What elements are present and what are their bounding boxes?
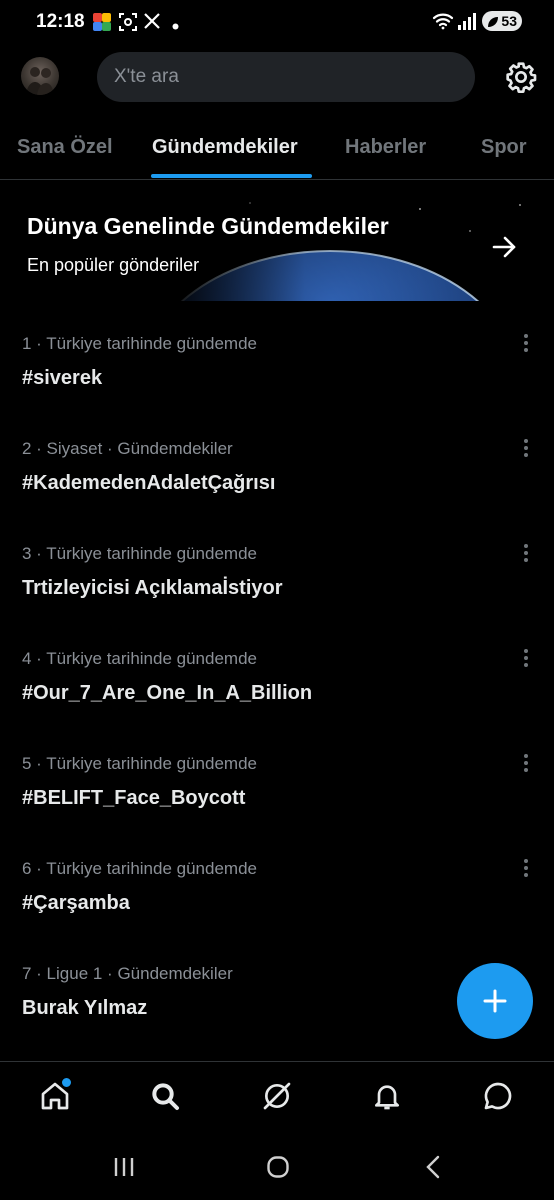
more-options-icon[interactable]	[516, 542, 536, 564]
system-nav-bar	[0, 1133, 554, 1200]
trend-name: #KademedenAdaletÇağrısı	[22, 472, 276, 494]
trend-item[interactable]: 2 · Siyaset · Gündemdekiler #KademedenAd…	[0, 439, 554, 544]
tab-sports[interactable]: Spor	[481, 136, 527, 159]
grok-icon[interactable]	[257, 1076, 297, 1116]
top-header: X'te ara	[0, 50, 554, 106]
gear-icon[interactable]	[505, 61, 537, 93]
plus-icon	[483, 989, 507, 1013]
tab-trending[interactable]: Gündemdekiler	[152, 136, 298, 159]
trend-name: Burak Yılmaz	[22, 997, 148, 1019]
search-input[interactable]: X'te ara	[97, 52, 475, 102]
bottom-nav	[0, 1061, 554, 1134]
trend-item[interactable]: 4 · Türkiye tarihinde gündemde #Our_7_Ar…	[0, 649, 554, 754]
home-notification-badge	[61, 1077, 72, 1088]
dot-icon	[172, 17, 179, 35]
more-options-icon[interactable]	[516, 857, 536, 879]
trend-name: #Çarşamba	[22, 892, 130, 914]
avatar[interactable]	[21, 57, 59, 95]
status-time: 12:18	[36, 11, 85, 32]
bell-icon[interactable]	[367, 1076, 407, 1116]
more-options-icon[interactable]	[516, 647, 536, 669]
trend-meta: 2 · Siyaset · Gündemdekiler	[22, 439, 233, 458]
trend-item[interactable]: 3 · Türkiye tarihinde gündemde Trtizleyi…	[0, 544, 554, 649]
tab-news[interactable]: Haberler	[345, 136, 426, 159]
worldwide-trending-banner[interactable]: Dünya Genelinde Gündemdekiler En popüler…	[0, 191, 554, 301]
search-icon[interactable]	[145, 1076, 185, 1116]
more-options-icon[interactable]	[516, 332, 536, 354]
wifi-icon	[432, 12, 454, 35]
trend-meta: 1 · Türkiye tarihinde gündemde	[22, 334, 257, 353]
trend-name: #siverek	[22, 367, 103, 389]
more-options-icon[interactable]	[516, 752, 536, 774]
tab-for-you[interactable]: Sana Özel	[17, 136, 113, 159]
home-circle-icon[interactable]	[266, 1155, 290, 1184]
more-options-icon[interactable]	[516, 437, 536, 459]
user-avatar-icon	[26, 67, 54, 95]
message-icon[interactable]	[478, 1076, 518, 1116]
x-app-icon	[143, 12, 161, 35]
compose-post-button[interactable]	[457, 963, 533, 1039]
trend-meta: 3 · Türkiye tarihinde gündemde	[22, 544, 257, 563]
battery-saver-icon	[487, 15, 499, 31]
recents-icon[interactable]	[112, 1155, 136, 1184]
trend-name: #BELIFT_Face_Boycott	[22, 787, 246, 809]
trend-name: Trtizleyicisi Açıklamaİstiyor	[22, 577, 283, 599]
screen-capture-icon	[118, 12, 138, 37]
status-bar: 12:18 53	[0, 0, 554, 44]
search-placeholder: X'te ara	[114, 66, 179, 87]
battery-level: 53	[501, 13, 517, 29]
active-tab-indicator	[151, 174, 312, 178]
trend-item[interactable]: 1 · Türkiye tarihinde gündemde #siverek	[0, 334, 554, 439]
banner-subtitle: En popüler gönderiler	[27, 255, 200, 275]
back-icon[interactable]	[423, 1155, 443, 1184]
trend-meta: 6 · Türkiye tarihinde gündemde	[22, 859, 257, 878]
trend-item[interactable]: 6 · Türkiye tarihinde gündemde #Çarşamba	[0, 859, 554, 964]
trend-meta: 4 · Türkiye tarihinde gündemde	[22, 649, 257, 668]
photos-app-icon	[92, 12, 112, 37]
trend-meta: 5 · Türkiye tarihinde gündemde	[22, 754, 257, 773]
signal-icon	[457, 13, 477, 35]
arrow-right-icon[interactable]	[490, 233, 518, 261]
tab-bar: Sana Özel Gündemdekiler Haberler Spor	[0, 122, 554, 180]
battery-indicator: 53	[482, 11, 522, 31]
trend-meta: 7 · Ligue 1 · Gündemdekiler	[22, 964, 233, 983]
banner-title: Dünya Genelinde Gündemdekiler	[27, 213, 389, 239]
earth-image	[0, 191, 554, 301]
trend-name: #Our_7_Are_One_In_A_Billion	[22, 682, 313, 704]
trend-item[interactable]: 5 · Türkiye tarihinde gündemde #BELIFT_F…	[0, 754, 554, 859]
